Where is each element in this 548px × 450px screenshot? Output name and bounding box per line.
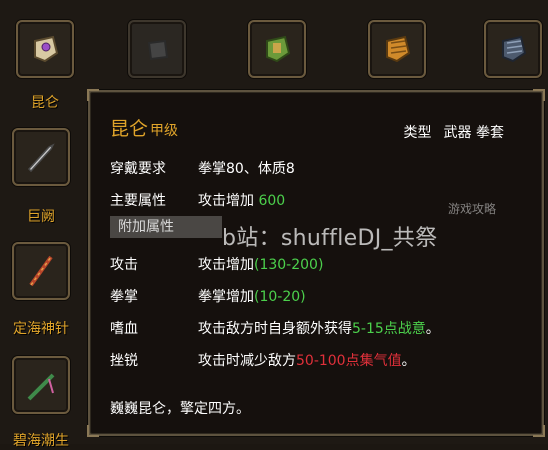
extra-attr-header: 附加属性 [110,216,222,238]
item-label-juque: 巨阙 [27,209,55,225]
gauntlet-steel-icon [502,35,527,63]
tooltip-corner [87,425,99,437]
item-slot-kunlun[interactable] [16,20,74,78]
effect-text: 攻击敌方时自身额外获得 [198,321,352,337]
attr-row-fist: 拳掌 拳掌增加(10-20) [110,286,306,306]
item-type-value: 武器 拳套 [443,125,504,141]
tooltip-corner [533,425,545,437]
locked-item-icon [147,39,169,61]
attr-label: 拳掌 [110,289,138,305]
gauntlet-purple-gem-icon [34,35,59,63]
tooltip-corner [533,89,545,101]
item-slot-dinghai[interactable] [12,242,70,300]
effect-label: 挫锐 [110,353,138,369]
item-slot-juque[interactable] [12,128,70,186]
attr-row-attack: 攻击 攻击增加(130-200) [110,254,323,274]
attr-value: (10-20) [254,289,306,305]
attr-text: 拳掌增加 [198,289,254,305]
effect-end: 。 [425,321,440,337]
tooltip-corner [87,89,99,101]
item-type-label: 类型 [403,125,432,141]
flute-icon [27,373,55,401]
requirement-row: 穿戴要求 拳掌80、体质8 [110,158,295,178]
attr-value: (130-200) [254,257,324,273]
effect-row-thirst: 嗜血 攻击敌方时自身额外获得5-15点战意。 [110,318,440,338]
gauntlet-gold-icon [386,35,411,63]
site-logo: 游戏攻略 [448,200,544,230]
watermark: b站：shuffleDJ_共祭 [222,226,438,251]
item-type: 类型 武器 拳套 [404,122,504,142]
item-label-kunlun: 昆仑 [31,95,59,111]
item-label-dinghai: 定海神针 [13,321,69,337]
item-slot-locked[interactable] [128,20,186,78]
effect-value: 50-100点集气值 [296,353,402,369]
attr-label: 攻击 [110,257,138,273]
item-slot-kaiyang[interactable] [248,20,306,78]
attr-text: 攻击增加 [198,257,254,273]
item-slot-longgu[interactable] [368,20,426,78]
item-name: 昆仑 甲级 [110,114,178,141]
site-logo-text: 游戏攻略 [448,202,497,216]
item-label-bihai: 碧海潮生 [13,433,69,449]
item-slot-beidou[interactable] [484,20,542,78]
requirement-label: 穿戴要求 [110,161,166,177]
item-grade: 甲级 [150,123,179,139]
gauntlet-green-icon [266,35,291,63]
item-tooltip: 昆仑 甲级 类型 武器 拳套 穿戴要求 拳掌80、体质8 主要属性 攻击增加 600 附… [87,89,545,437]
effect-end: 。 [401,353,416,369]
item-flavor-text: 巍巍昆仑，擎定四方。 [110,401,250,417]
main-attr-label: 主要属性 [110,193,166,209]
sword-icon [27,143,55,173]
effect-row-sharp: 挫锐 攻击时减少敌方50-100点集气值。 [110,350,416,370]
item-slot-bihai[interactable] [12,356,70,414]
main-attr-text: 攻击增加 [198,193,259,209]
effect-label: 嗜血 [110,321,138,337]
main-attr-value: 600 [258,193,286,209]
effect-text: 攻击时减少敌方 [198,353,296,369]
effect-value: 5-15点战意 [352,321,426,337]
staff-icon [29,255,53,287]
requirement-value: 拳掌80、体质8 [198,161,295,177]
main-attr-row: 主要属性 攻击增加 600 [110,190,285,210]
item-title: 昆仑 [110,118,149,140]
